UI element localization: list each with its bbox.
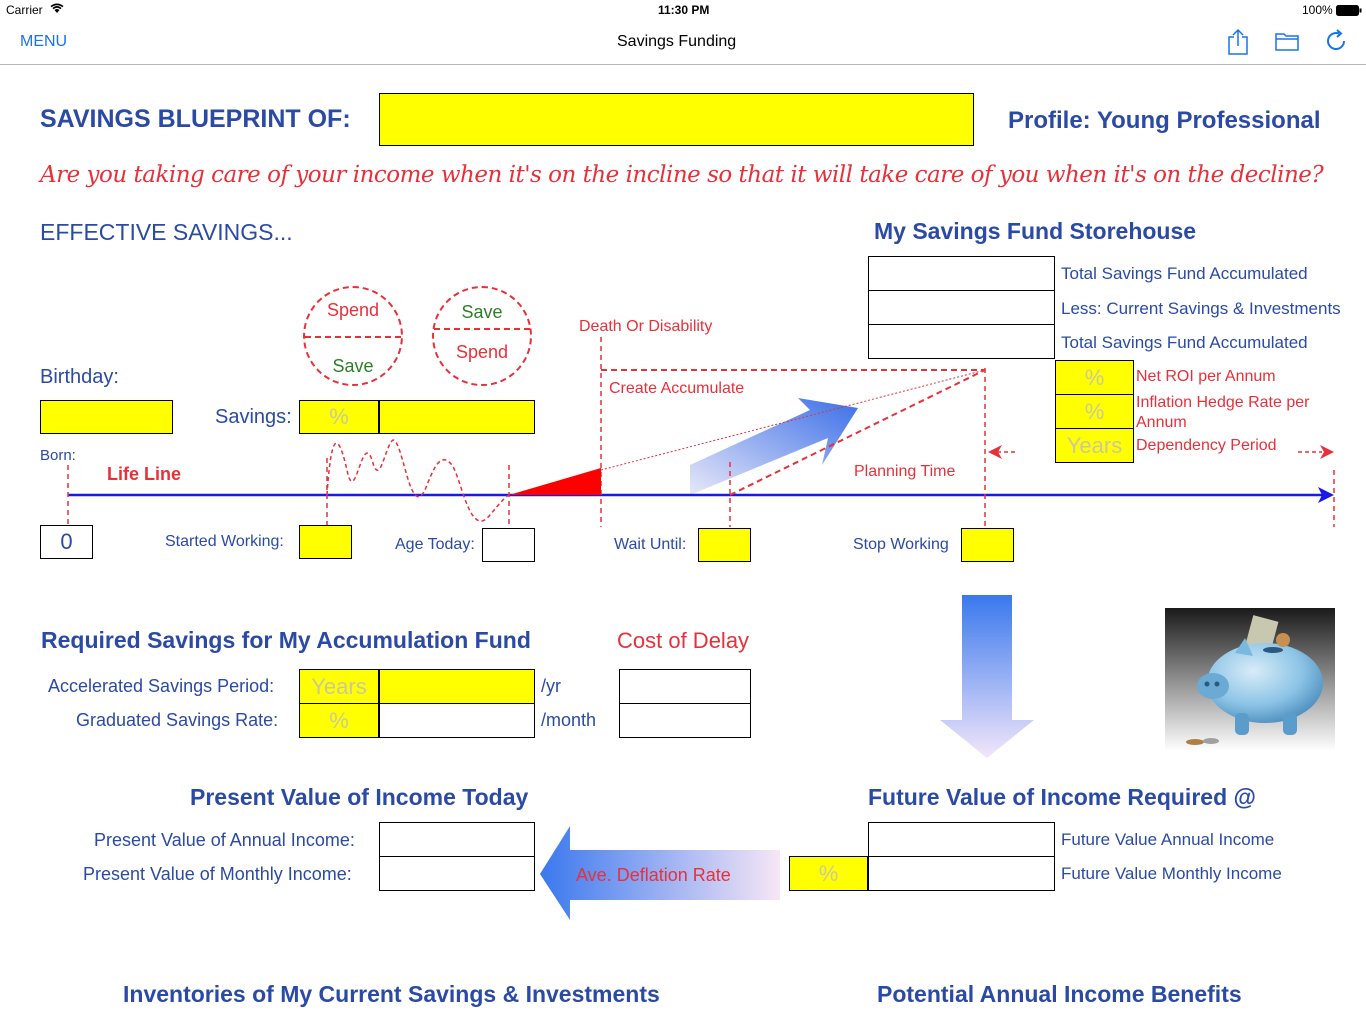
dependency-period-label: Dependency Period [1136,437,1277,454]
cost-of-delay-label: Cost of Delay [617,628,750,653]
wait-until-input[interactable] [698,528,751,562]
present-value-title: Present Value of Income Today [190,784,529,810]
future-monthly-value[interactable] [868,856,1055,891]
planning-time-label: Planning Time [854,463,956,480]
tagline: Are you taking care of your income when … [40,162,1324,188]
storehouse-title: My Savings Fund Storehouse [874,218,1197,244]
cost-of-delay-yearly[interactable] [619,669,751,704]
carrier-label: Carrier [6,3,43,17]
total-savings-fund-net-value[interactable] [868,324,1055,359]
page-title: Savings Funding [617,33,737,50]
folder-icon[interactable] [1275,31,1299,56]
stop-working-label: Stop Working [853,536,949,553]
storehouse-row-label: Total Savings Fund Accumulated [1061,264,1308,283]
inventories-title: Inventories of My Current Savings & Inve… [123,981,660,1007]
clock: 11:30 PM [658,3,710,17]
down-arrow-icon [940,595,1034,758]
present-monthly-label: Present Value of Monthly Income: [83,864,352,884]
graduated-amount-value[interactable] [379,703,535,738]
per-year-suffix: /yr [541,676,561,696]
total-savings-fund-value[interactable] [868,256,1055,291]
cost-of-delay-monthly[interactable] [619,703,751,738]
started-working-label: Started Working: [165,533,284,550]
income-benefits-title: Potential Annual Income Benefits [877,981,1242,1007]
future-annual-label: Future Value Annual Income [1061,830,1275,849]
born-label: Born: [40,447,76,464]
required-savings-title: Required Savings for My Accumulation Fun… [41,627,531,653]
accelerated-period-input[interactable]: Years [299,669,379,704]
present-annual-value[interactable] [379,822,535,857]
accelerated-amount-input[interactable] [379,669,535,704]
effective-savings-title: EFFECTIVE SAVINGS... [40,219,293,245]
deflation-rate-label: Ave. Deflation Rate [576,865,731,885]
accelerated-period-label: Accelerated Savings Period: [48,676,275,696]
graduated-rate-label: Graduated Savings Rate: [76,710,279,730]
wifi-icon [50,3,64,17]
deflation-rate-input[interactable]: % [789,856,868,891]
stop-working-input[interactable] [961,528,1014,562]
per-month-suffix: /month [541,710,597,730]
storehouse-row-label: Total Savings Fund Accumulated [1061,333,1308,352]
profile-label: Profile: Young Professional [1008,107,1321,134]
born-value[interactable]: 0 [40,525,93,559]
age-today-label: Age Today: [395,536,475,553]
battery-percent: 100% [1302,3,1333,17]
inflation-hedge-input[interactable]: % [1055,394,1134,429]
net-roi-label: Net ROI per Annum [1136,368,1276,385]
growth-arrow [690,398,858,495]
blueprint-label: SAVINGS BLUEPRINT OF: [40,105,351,133]
graduated-rate-input[interactable]: % [299,703,379,738]
age-today-value[interactable] [482,528,535,562]
status-bar: Carrier 11:30 PM 100% [0,0,1366,22]
piggy-bank-image [1165,608,1335,751]
present-monthly-value[interactable] [379,856,535,891]
present-annual-label: Present Value of Annual Income: [94,830,355,850]
savings-wedge [509,468,601,495]
share-icon[interactable] [1227,28,1249,61]
future-value-title: Future Value of Income Required @ [868,784,1256,810]
menu-button[interactable]: MENU [20,33,67,51]
future-annual-value[interactable] [868,822,1055,857]
battery-icon [1336,5,1362,19]
inflation-hedge-label: Inflation Hedge Rate per Annum [1136,394,1310,431]
navigation-bar: MENU Savings Funding [0,22,1366,65]
death-disability-label: Death Or Disability [579,318,713,335]
storehouse-row-label: Less: Current Savings & Investments [1061,299,1341,318]
refresh-icon[interactable] [1325,29,1349,58]
dependency-period-input[interactable]: Years [1055,428,1134,463]
create-accumulate-label: Create Accumulate [609,380,745,397]
started-working-input[interactable] [299,525,352,559]
blueprint-name-input[interactable] [379,93,974,146]
life-line-label: Life Line [107,464,182,484]
wait-until-label: Wait Until: [614,536,687,553]
net-roi-input[interactable]: % [1055,360,1134,395]
future-monthly-label: Future Value Monthly Income [1061,864,1282,883]
current-savings-value[interactable] [868,290,1055,325]
